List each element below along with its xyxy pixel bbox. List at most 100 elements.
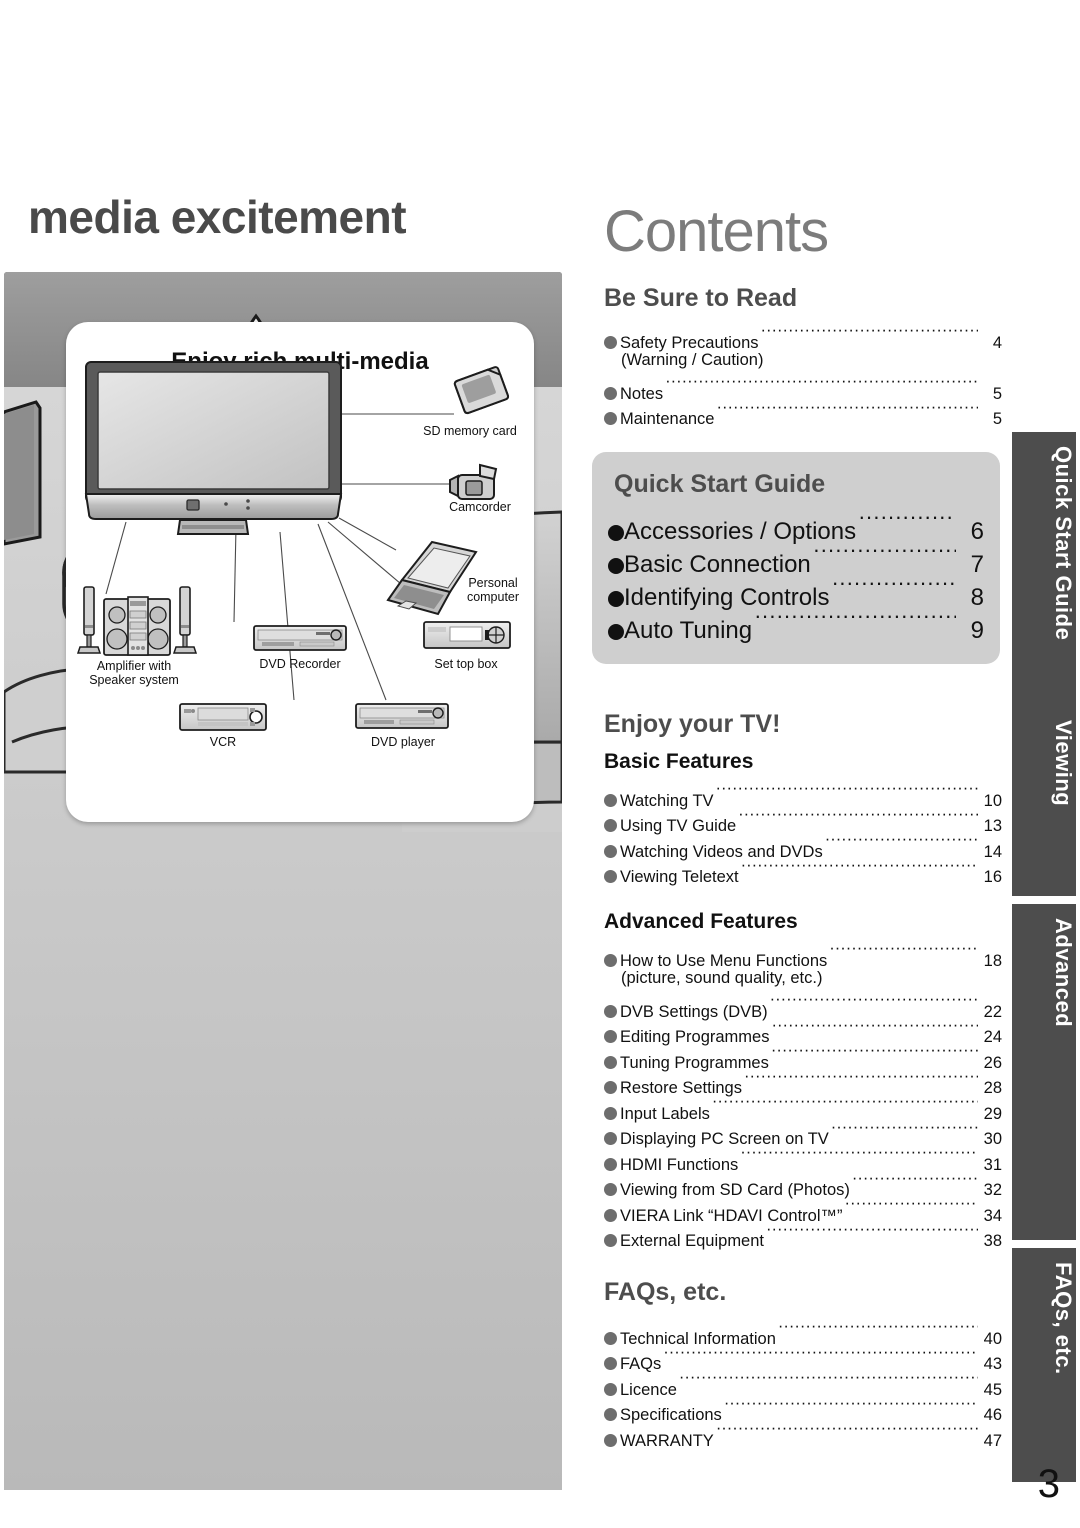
toc-row-maintenance[interactable]: Maintenance 5	[604, 399, 1002, 428]
side-tab-faqs-etc[interactable]: FAQs, etc.	[1012, 1248, 1076, 1482]
dot-leader	[740, 1144, 978, 1170]
label-amplifier-line2: Speaker system	[89, 673, 179, 687]
toc-page-number: 28	[983, 1079, 1002, 1097]
bullet-icon	[604, 844, 617, 858]
bullet-icon	[608, 525, 624, 541]
toc-label: Licence	[620, 1380, 677, 1399]
subsection-heading-basic-features: Basic Features	[604, 750, 754, 773]
dot-leader	[724, 1395, 978, 1421]
dot-leader	[852, 1170, 978, 1196]
toc-quick-start-guide: Accessories / Options 6 Basic Connection…	[608, 506, 984, 644]
section-heading-faqs-etc: FAQs, etc.	[604, 1278, 727, 1306]
bullet-icon	[604, 335, 617, 349]
toc-label: Viewing Teletext	[620, 868, 739, 886]
bullet-icon	[604, 386, 617, 400]
toc-row-safety-precautions[interactable]: Safety Precautions 4	[604, 322, 1002, 352]
toc-page-number: 5	[992, 384, 1002, 403]
section-heading-be-sure-to-read: Be Sure to Read	[604, 284, 798, 312]
toc-label: Maintenance	[620, 410, 715, 428]
toc-page-number: 9	[970, 617, 984, 644]
left-column: media excitement multi-media SD memory c…	[0, 0, 566, 1528]
dot-leader	[741, 857, 978, 883]
dot-leader	[679, 1369, 978, 1395]
toc-page-number: 8	[970, 584, 984, 611]
toc-page-number: 26	[983, 1053, 1002, 1072]
bullet-icon	[604, 1331, 617, 1345]
dot-leader	[829, 940, 978, 966]
toc-page-number: 16	[983, 868, 1002, 886]
contents-title: Contents	[604, 199, 829, 264]
toc-page-number: 47	[983, 1431, 1002, 1450]
dot-leader	[778, 1318, 978, 1344]
side-tab-label: Viewing	[1051, 720, 1076, 807]
toc-label: Basic Connection	[624, 551, 811, 578]
toc-label: WARRANTY	[620, 1431, 714, 1450]
toc-page-number: 46	[983, 1406, 1002, 1424]
dot-leader	[858, 506, 956, 539]
bullet-icon	[604, 1208, 617, 1222]
dot-leader	[716, 1420, 978, 1446]
dot-leader	[665, 373, 978, 399]
toc-label: Watching TV	[620, 791, 714, 810]
bullet-icon	[608, 591, 624, 607]
toc-row-notes[interactable]: Notes 5	[604, 373, 1002, 403]
bullet-icon	[604, 793, 617, 807]
side-tab-advanced[interactable]: Advanced	[1012, 904, 1076, 1240]
toc-page-number: 38	[983, 1232, 1002, 1250]
toc-page-number: 32	[983, 1181, 1002, 1199]
toc-label: FAQs	[620, 1355, 662, 1373]
dot-leader	[845, 1195, 978, 1221]
label-dvd-recorder: DVD Recorder	[259, 657, 341, 671]
page-number: 3	[1037, 1462, 1060, 1506]
toc-page-number: 43	[983, 1355, 1002, 1373]
toc-row-watching-tv[interactable]: Watching TV 10	[604, 780, 1002, 810]
bullet-icon	[604, 819, 617, 832]
toc-row-accessories-options[interactable]: Accessories / Options 6	[608, 506, 984, 545]
toc-basic-features: Watching TV 10 Using TV Guide 13 Watchin…	[604, 780, 1002, 886]
dot-leader	[831, 572, 956, 605]
dot-leader	[761, 322, 979, 348]
dot-leader	[771, 1042, 978, 1068]
toc-label: Input Labels	[620, 1104, 710, 1123]
toc-row-technical-information[interactable]: Technical Information 40	[604, 1318, 1002, 1348]
bullet-icon	[608, 558, 624, 574]
contents-column: Contents Be Sure to Read Safety Precauti…	[566, 0, 1080, 1528]
label-amplifier-line1: Amplifier with	[96, 659, 172, 673]
label-vcr: VCR	[209, 735, 237, 749]
toc-page-number: 22	[983, 1002, 1002, 1021]
toc-page-number: 31	[983, 1155, 1002, 1174]
toc-page-number: 10	[983, 791, 1002, 810]
label-camcorder: Camcorder	[449, 500, 511, 514]
toc-row-how-to-use-menu-functions[interactable]: How to Use Menu Functions 18	[604, 940, 1002, 970]
bullet-icon	[604, 1081, 617, 1094]
toc-note-warning-caution: (Warning / Caution)	[621, 350, 764, 369]
toc-page-number: 34	[983, 1206, 1002, 1225]
illustration-panel: Enjoy rich multi-media	[4, 272, 562, 1490]
dot-leader	[663, 1344, 978, 1370]
toc-note-picture-sound-quality: (picture, sound quality, etc.)	[621, 968, 823, 987]
dot-leader	[738, 806, 978, 832]
dot-leader	[716, 399, 978, 425]
section-heading-quick-start-guide: Quick Start Guide	[614, 470, 826, 498]
bullet-icon	[604, 953, 617, 967]
dot-leader	[744, 1068, 978, 1094]
bullet-icon	[604, 1004, 617, 1018]
toc-row-faqs[interactable]: FAQs 43	[604, 1344, 1002, 1373]
bullet-icon	[604, 1157, 617, 1171]
toc-row-dvb-settings[interactable]: DVB Settings (DVB) 22	[604, 991, 1002, 1021]
bullet-icon	[604, 1183, 617, 1196]
toc-page-number: 24	[983, 1028, 1002, 1046]
toc-page-number: 5	[992, 410, 1002, 428]
bullet-icon	[604, 1382, 617, 1396]
toc-faqs: Technical Information 40 FAQs 43 Licence…	[604, 1318, 1002, 1450]
bullet-icon	[604, 1030, 617, 1043]
toc-row-licence[interactable]: Licence 45	[604, 1369, 1002, 1399]
device-connection-diagram	[76, 361, 511, 731]
bullet-icon	[604, 1433, 617, 1447]
toc-page-number: 6	[970, 518, 984, 545]
side-tab-viewing[interactable]: Viewing	[1012, 706, 1076, 896]
dot-leader	[771, 1017, 978, 1043]
page-title: media excitement	[28, 191, 407, 243]
manual-page: media excitement multi-media SD memory c…	[0, 0, 1080, 1528]
toc-label: Editing Programmes	[620, 1028, 770, 1046]
